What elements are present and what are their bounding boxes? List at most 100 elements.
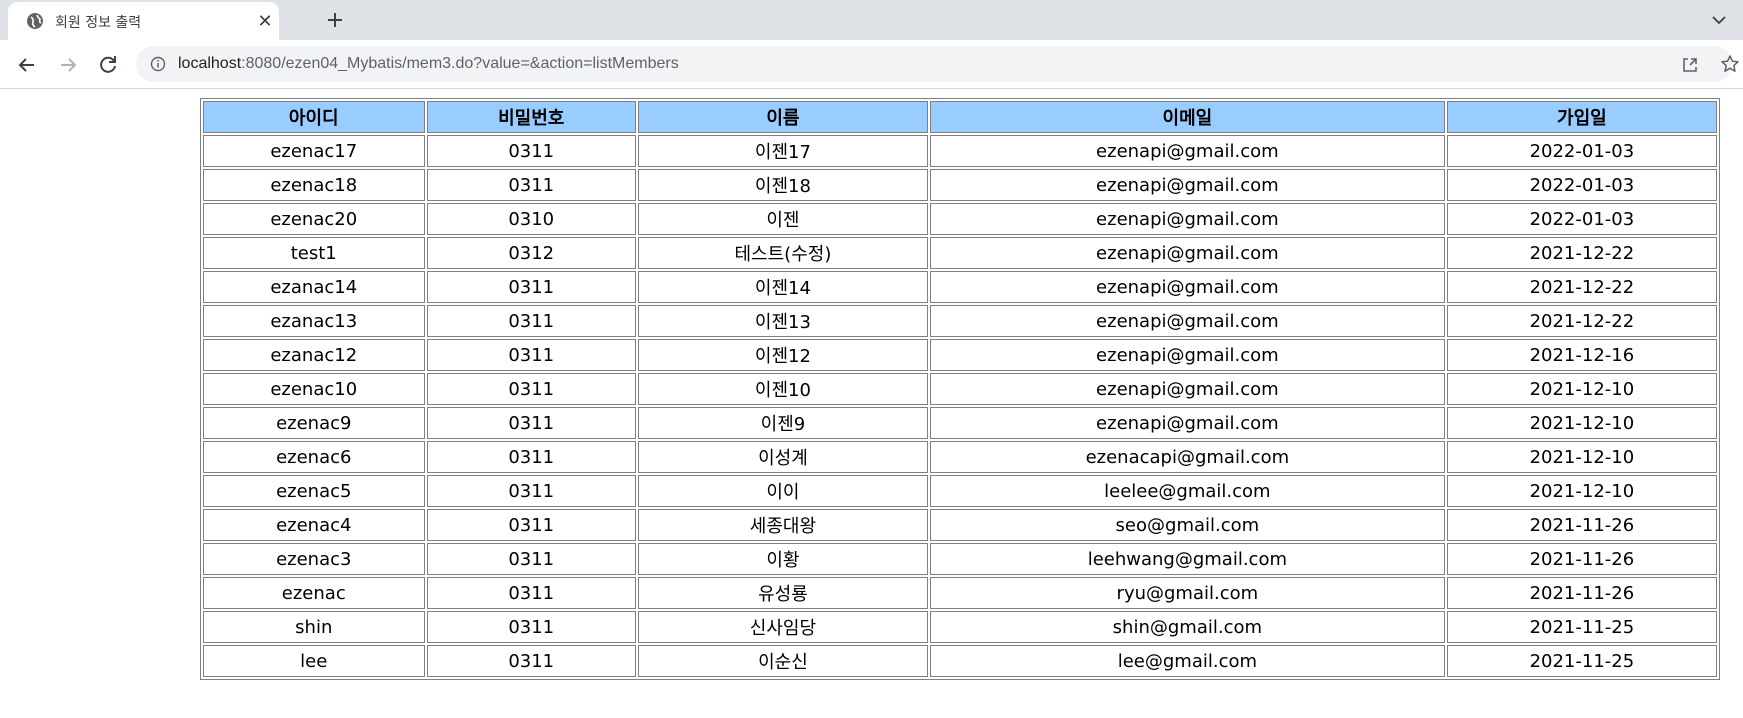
cell-email: ezenapi@gmail.com [929, 203, 1445, 235]
cell-email: ezenapi@gmail.com [929, 237, 1445, 269]
cell-id: ezenac6 [203, 441, 425, 473]
forward-arrow-icon[interactable] [56, 53, 80, 77]
cell-id: ezenac9 [203, 407, 425, 439]
cell-name: 테스트(수정) [637, 237, 928, 269]
cell-join-date: 2021-11-25 [1446, 645, 1717, 677]
cell-join-date: 2021-12-10 [1446, 441, 1717, 473]
table-row: ezenac3 0311 이황 leehwang@gmail.com 2021-11-2… [203, 543, 1717, 575]
cell-email: ezenacapi@gmail.com [929, 441, 1445, 473]
cell-join-date: 2021-12-10 [1446, 407, 1717, 439]
cell-password: 0311 [426, 509, 636, 541]
cell-join-date: 2021-11-26 [1446, 509, 1717, 541]
cell-join-date: 2021-11-26 [1446, 543, 1717, 575]
cell-name: 이젠 [637, 203, 928, 235]
cell-password: 0312 [426, 237, 636, 269]
cell-name: 이젠13 [637, 305, 928, 337]
address-bar[interactable]: localhost:8080/ezen04_Mybatis/mem3.do?va… [136, 46, 1739, 82]
cell-id: ezenac4 [203, 509, 425, 541]
cell-name: 이젠17 [637, 135, 928, 167]
cell-password: 0311 [426, 577, 636, 609]
cell-id: ezenac3 [203, 543, 425, 575]
url-text[interactable]: localhost:8080/ezen04_Mybatis/mem3.do?va… [178, 55, 679, 73]
cell-id: test1 [203, 237, 425, 269]
browser-toolbar: localhost:8080/ezen04_Mybatis/mem3.do?va… [0, 40, 1743, 89]
cell-password: 0311 [426, 305, 636, 337]
cell-join-date: 2021-12-22 [1446, 305, 1717, 337]
share-icon[interactable] [1680, 55, 1700, 75]
back-arrow-icon[interactable] [15, 53, 39, 77]
close-icon[interactable]: ✕ [257, 12, 273, 30]
table-row: ezenac5 0311 이이 leelee@gmail.com 2021-12-10 [203, 475, 1717, 507]
cell-join-date: 2022-01-03 [1446, 135, 1717, 167]
tab-strip: 회원 정보 출력 ✕ [0, 0, 1743, 40]
cell-id: shin [203, 611, 425, 643]
url-path: :8080/ezen04_Mybatis/mem3.do?value=&acti… [241, 55, 679, 72]
cell-password: 0311 [426, 543, 636, 575]
table-row: ezenac6 0311 이성계 ezenacapi@gmail.com 2021-12… [203, 441, 1717, 473]
cell-password: 0311 [426, 373, 636, 405]
cell-password: 0311 [426, 407, 636, 439]
table-row: ezenac 0311 유성룡 ryu@gmail.com 2021-11-26 [203, 577, 1717, 609]
table-row: ezenac4 0311 세종대왕 seo@gmail.com 2021-11-26 [203, 509, 1717, 541]
new-tab-icon[interactable] [324, 9, 346, 31]
table-row: shin 0311 신사임당 shin@gmail.com 2021-11-25 [203, 611, 1717, 643]
tab-title: 회원 정보 출력 [55, 15, 142, 31]
cell-id: ezanac14 [203, 271, 425, 303]
cell-id: ezenac5 [203, 475, 425, 507]
cell-join-date: 2021-11-25 [1446, 611, 1717, 643]
cell-password: 0311 [426, 611, 636, 643]
header-password: 비밀번호 [426, 101, 636, 133]
reload-icon[interactable] [96, 53, 120, 77]
cell-name: 유성룡 [637, 577, 928, 609]
browser-tab[interactable]: 회원 정보 출력 ✕ [8, 2, 279, 40]
table-row: ezanac13 0311 이젠13 ezenapi@gmail.com 2021-12… [203, 305, 1717, 337]
cell-email: shin@gmail.com [929, 611, 1445, 643]
cell-email: ezenapi@gmail.com [929, 271, 1445, 303]
cell-id: ezenac [203, 577, 425, 609]
bookmark-star-icon[interactable] [1720, 54, 1740, 74]
cell-id: lee [203, 645, 425, 677]
cell-id: ezenac18 [203, 169, 425, 201]
cell-email: leelee@gmail.com [929, 475, 1445, 507]
globe-icon [27, 13, 43, 29]
cell-name: 이젠10 [637, 373, 928, 405]
cell-id: ezenac10 [203, 373, 425, 405]
table-row: ezanac12 0311 이젠12 ezenapi@gmail.com 2021-12… [203, 339, 1717, 371]
cell-password: 0311 [426, 169, 636, 201]
cell-name: 이이 [637, 475, 928, 507]
cell-id: ezenac20 [203, 203, 425, 235]
cell-join-date: 2022-01-03 [1446, 169, 1717, 201]
info-icon[interactable] [150, 56, 166, 72]
table-row: ezanac14 0311 이젠14 ezenapi@gmail.com 2021-12… [203, 271, 1717, 303]
cell-join-date: 2022-01-03 [1446, 203, 1717, 235]
cell-name: 이젠14 [637, 271, 928, 303]
url-host: localhost [178, 55, 242, 72]
cell-name: 이성계 [637, 441, 928, 473]
cell-join-date: 2021-12-22 [1446, 237, 1717, 269]
cell-email: ezenapi@gmail.com [929, 135, 1445, 167]
cell-join-date: 2021-12-10 [1446, 373, 1717, 405]
cell-email: ezenapi@gmail.com [929, 339, 1445, 371]
cell-name: 세종대왕 [637, 509, 928, 541]
cell-name: 신사임당 [637, 611, 928, 643]
cell-email: ezenapi@gmail.com [929, 373, 1445, 405]
cell-name: 이젠12 [637, 339, 928, 371]
cell-email: ryu@gmail.com [929, 577, 1445, 609]
table-body: ezenac17 0311 이젠17 ezenapi@gmail.com 2022-01… [203, 135, 1717, 677]
cell-password: 0310 [426, 203, 636, 235]
chevron-down-icon[interactable] [1709, 10, 1729, 30]
header-email: 이메일 [929, 101, 1445, 133]
cell-join-date: 2021-11-26 [1446, 577, 1717, 609]
cell-join-date: 2021-12-10 [1446, 475, 1717, 507]
table-row: ezenac9 0311 이젠9 ezenapi@gmail.com 2021-12-1… [203, 407, 1717, 439]
header-join-date: 가입일 [1446, 101, 1717, 133]
cell-name: 이젠9 [637, 407, 928, 439]
table-row: lee 0311 이순신 lee@gmail.com 2021-11-25 [203, 645, 1717, 677]
table-row: ezenac18 0311 이젠18 ezenapi@gmail.com 2022-01… [203, 169, 1717, 201]
member-table: 아이디 비밀번호 이름 이메일 가입일 ezenac17 0311 이젠17 ezen… [200, 98, 1720, 680]
cell-password: 0311 [426, 441, 636, 473]
header-name: 이름 [637, 101, 928, 133]
cell-email: leehwang@gmail.com [929, 543, 1445, 575]
cell-name: 이황 [637, 543, 928, 575]
page-content: 아이디 비밀번호 이름 이메일 가입일 ezenac17 0311 이젠17 ezen… [0, 90, 1743, 718]
